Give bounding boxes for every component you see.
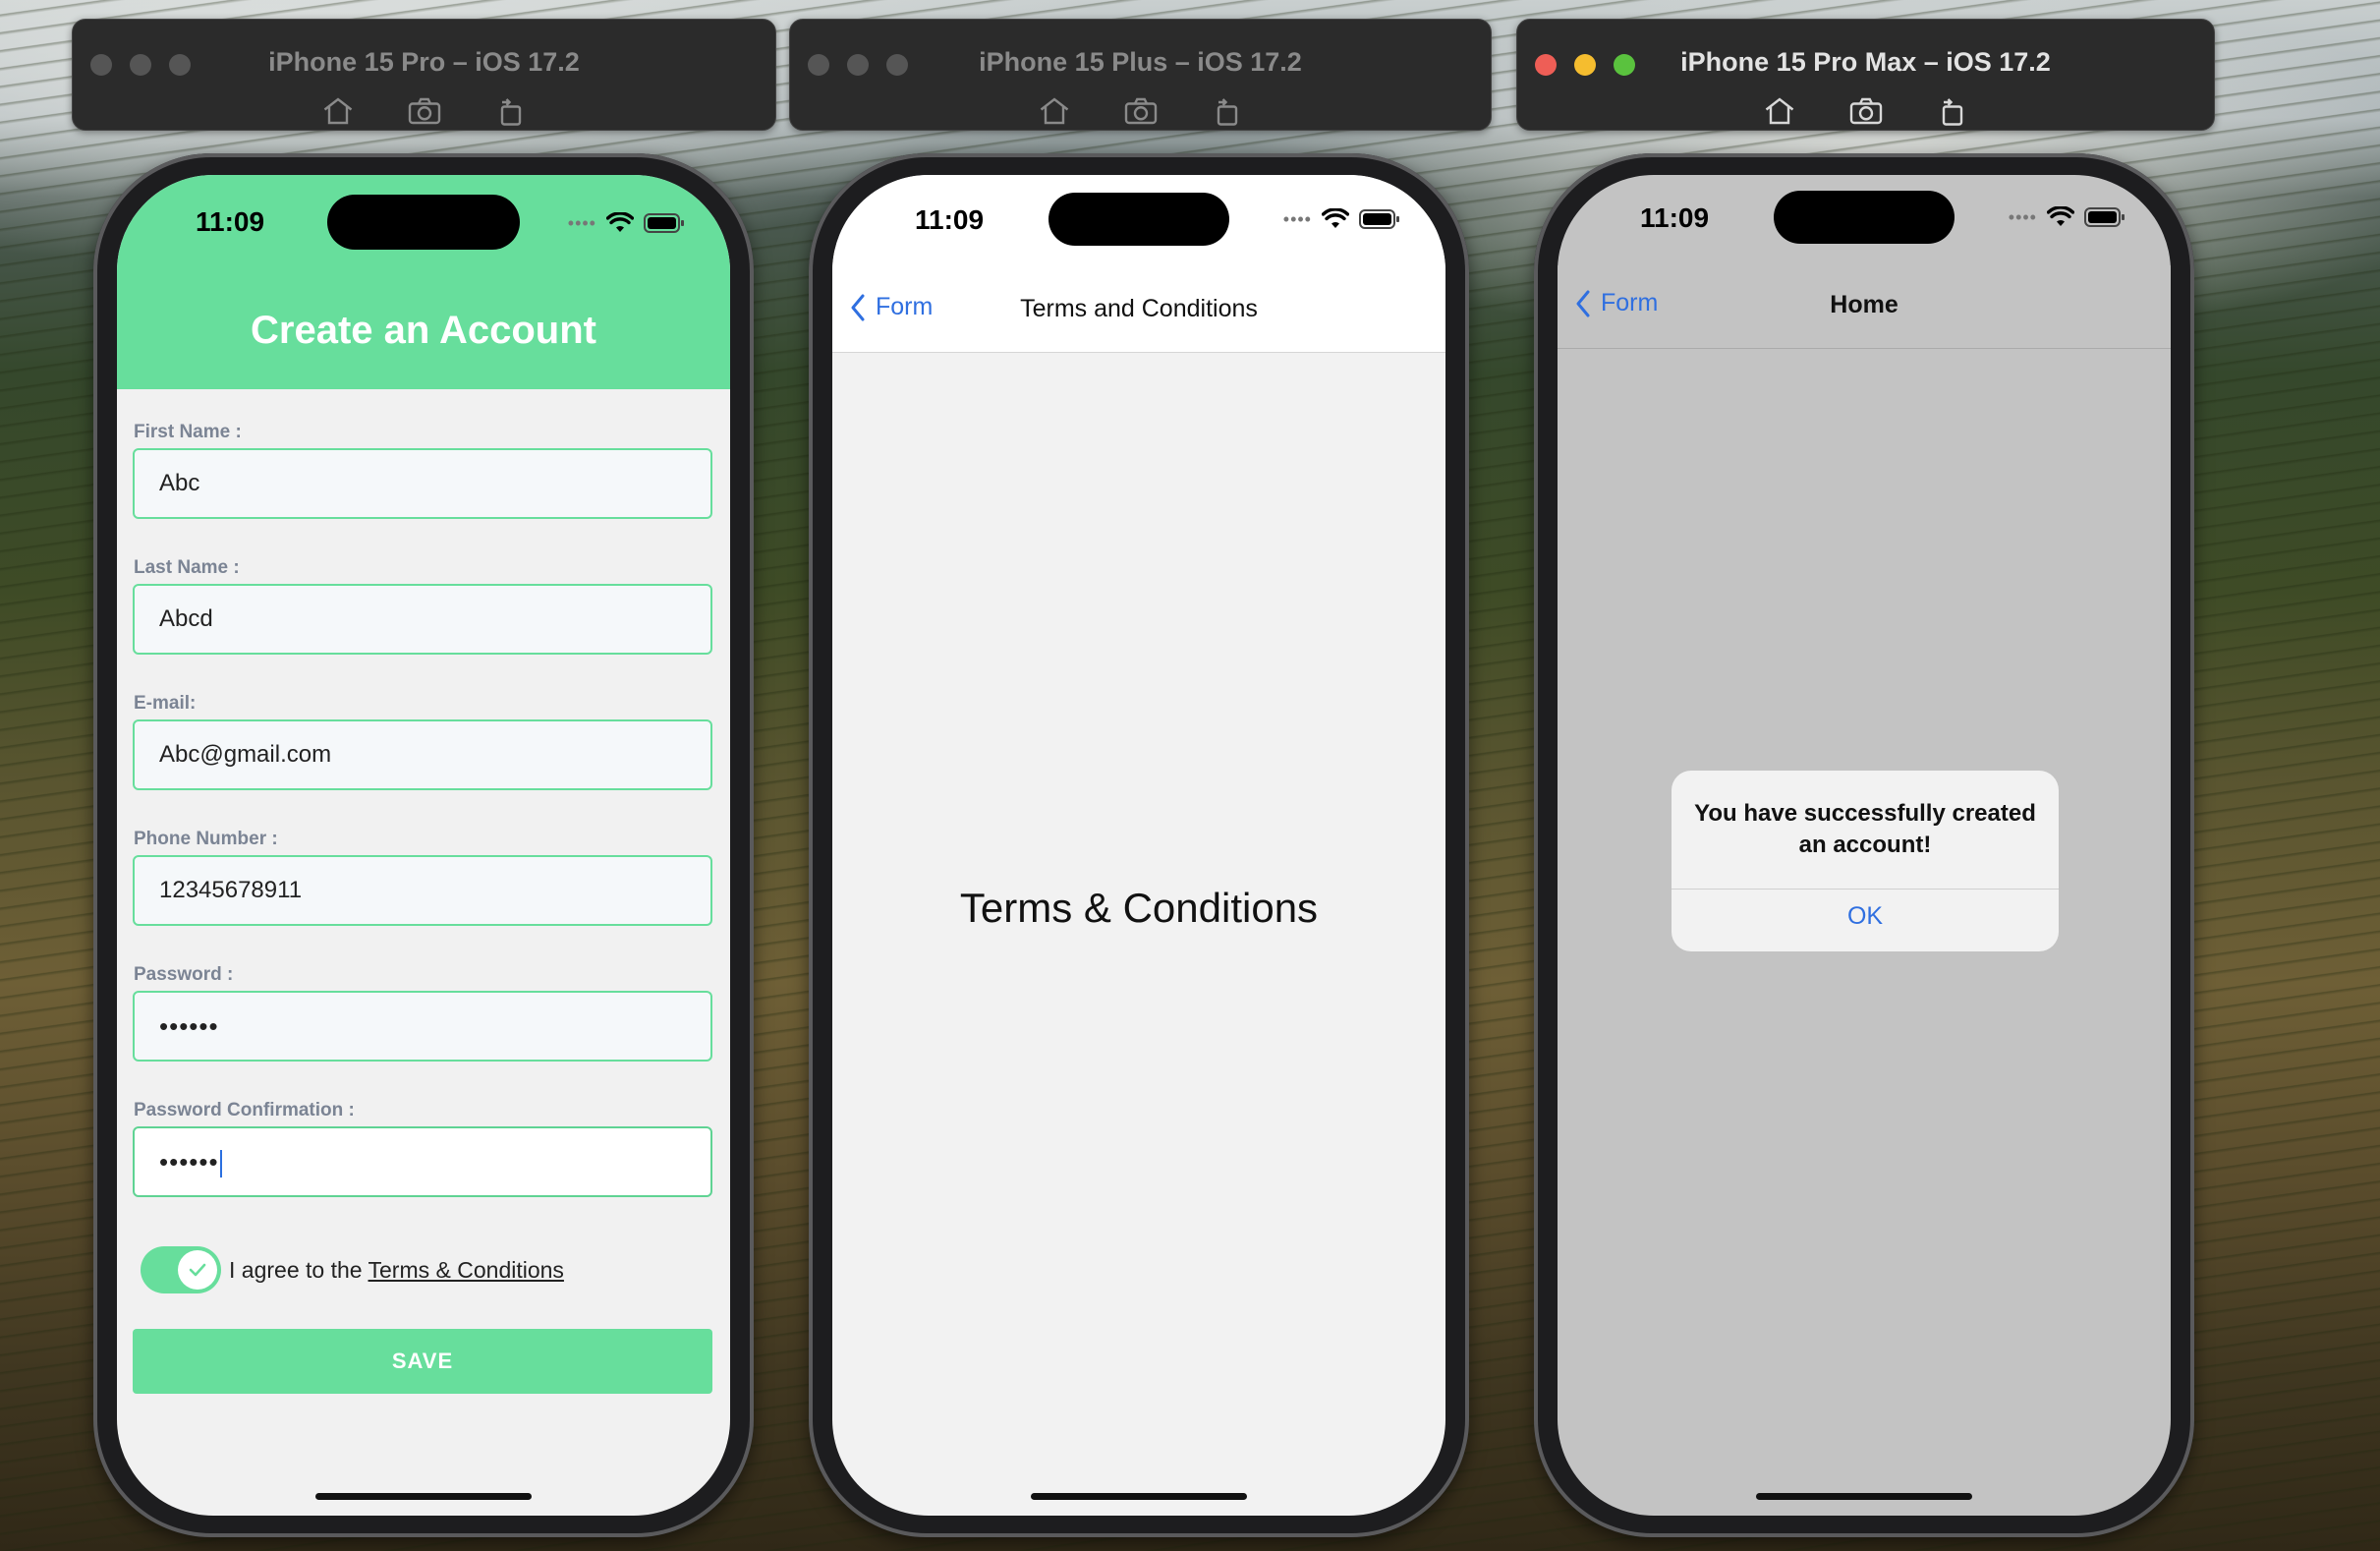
email-label: E-mail: [134, 693, 197, 714]
phone-number-label: Phone Number : [134, 829, 278, 849]
password-confirmation-field[interactable]: •••••• [133, 1126, 712, 1197]
terms-link[interactable]: Terms & Conditions [368, 1257, 564, 1283]
status-icons: •••• [1283, 208, 1400, 230]
iphone-15-pro-max-device: 11:09 •••• Form Home You have successful… [1534, 153, 2194, 1537]
battery-icon [1359, 209, 1399, 229]
page-title: Create an Account [251, 309, 596, 352]
home-screen: 11:09 •••• Form Home You have successful… [1558, 175, 2171, 1516]
iphone-15-pro-device: Create an Account 11:09 •••• First Name … [93, 153, 754, 1537]
wifi-icon [2047, 206, 2074, 226]
status-time: 11:09 [915, 204, 985, 235]
navigation-bar: Form Home [1558, 265, 2171, 349]
screenshot-icon[interactable] [407, 96, 442, 126]
terms-agree-toggle[interactable] [141, 1246, 221, 1293]
save-button[interactable]: SAVE [133, 1329, 712, 1394]
home-indicator[interactable] [1756, 1493, 1972, 1500]
password-confirmation-value: •••••• [159, 1147, 219, 1177]
simulator-title: iPhone 15 Pro – iOS 17.2 [268, 47, 580, 77]
dynamic-island [1048, 193, 1229, 246]
terms-agree-text: I agree to the Terms & Conditions [229, 1257, 564, 1284]
alert-ok-button[interactable]: OK [1672, 902, 2059, 931]
email-field[interactable]: Abc@gmail.com [133, 719, 712, 790]
terms-screen: 11:09 •••• Form Terms and Conditions Ter… [832, 175, 1445, 1516]
home-icon[interactable] [1762, 96, 1797, 126]
simulator-title: iPhone 15 Pro Max – iOS 17.2 [1680, 47, 2051, 77]
text-cursor [219, 1150, 222, 1178]
create-account-screen: Create an Account 11:09 •••• First Name … [117, 175, 730, 1516]
status-time: 11:09 [196, 206, 265, 237]
signal-dots: •••• [2008, 206, 2037, 227]
wifi-icon [606, 212, 634, 232]
signal-dots: •••• [567, 212, 596, 233]
battery-icon [644, 213, 684, 233]
home-icon[interactable] [1037, 96, 1072, 126]
password-value: •••••• [159, 1011, 219, 1041]
first-name-label: First Name : [134, 422, 242, 442]
screenshot-icon[interactable] [1848, 96, 1884, 126]
toggle-knob [178, 1250, 217, 1290]
home-icon[interactable] [320, 96, 356, 126]
simulator-window-titlebar-2[interactable]: iPhone 15 Plus – iOS 17.2 [789, 19, 1492, 131]
last-name-label: Last Name : [134, 557, 240, 578]
last-name-field[interactable]: Abcd [133, 584, 712, 655]
nav-title: Home [1830, 291, 1898, 318]
password-field[interactable]: •••••• [133, 991, 712, 1062]
home-indicator[interactable] [1031, 1493, 1247, 1500]
screenshot-icon[interactable] [1123, 96, 1159, 126]
password-label: Password : [134, 964, 234, 985]
rotate-icon[interactable] [493, 96, 529, 126]
battery-icon [2084, 207, 2125, 227]
first-name-field[interactable]: Abc [133, 448, 712, 519]
password-confirmation-label: Password Confirmation : [134, 1100, 355, 1120]
alert-message: You have successfully created an account… [1694, 800, 2036, 858]
wifi-icon [1322, 208, 1349, 228]
agree-prefix: I agree to the [229, 1257, 368, 1283]
status-icons: •••• [568, 212, 685, 234]
rotate-icon[interactable] [1935, 96, 1970, 126]
checkmark-icon [189, 1263, 206, 1277]
phone-number-field[interactable]: 12345678911 [133, 855, 712, 926]
iphone-15-plus-device: 11:09 •••• Form Terms and Conditions Ter… [809, 153, 1469, 1537]
status-time: 11:09 [1640, 202, 1710, 233]
navigation-bar: Form Terms and Conditions [832, 269, 1445, 353]
simulator-title: iPhone 15 Plus – iOS 17.2 [979, 47, 1302, 77]
success-alert: You have successfully created an account… [1672, 771, 2059, 951]
rotate-icon[interactable] [1210, 96, 1245, 126]
simulator-window-titlebar-3[interactable]: iPhone 15 Pro Max – iOS 17.2 [1516, 19, 2215, 131]
status-icons: •••• [2009, 206, 2125, 228]
dynamic-island [327, 195, 520, 250]
simulator-window-titlebar-1[interactable]: iPhone 15 Pro – iOS 17.2 [72, 19, 776, 131]
terms-body-text: Terms & Conditions [959, 885, 1319, 931]
nav-title: Terms and Conditions [1020, 295, 1258, 322]
alert-divider [1672, 889, 2059, 890]
home-indicator[interactable] [315, 1493, 532, 1500]
dynamic-island [1774, 191, 1955, 244]
signal-dots: •••• [1282, 208, 1312, 229]
